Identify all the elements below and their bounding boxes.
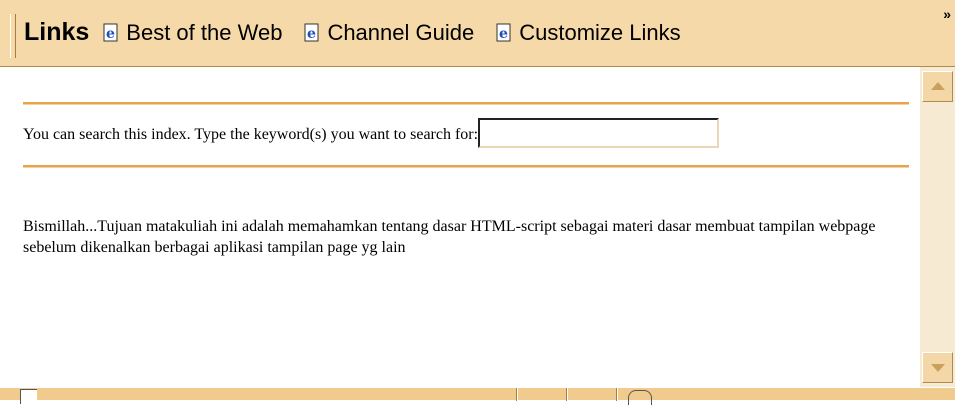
links-title: Links: [24, 18, 90, 46]
status-separator: [516, 388, 518, 401]
svg-text:e: e: [106, 26, 115, 42]
horizontal-rule: [23, 165, 909, 168]
arrow-up-icon: [931, 82, 945, 90]
toolbar-overflow-chevron-icon[interactable]: »: [943, 6, 951, 22]
status-bar: [0, 387, 955, 405]
link-label: Channel Guide: [327, 19, 475, 45]
link-label: Customize Links: [519, 19, 681, 45]
ie-page-icon: e: [103, 23, 118, 42]
status-separator: [566, 388, 568, 401]
scroll-down-button[interactable]: [922, 352, 953, 383]
links-items: Links e Best of the Web e Channel Guide …: [24, 18, 703, 47]
scroll-up-button[interactable]: [922, 71, 953, 102]
link-label: Best of the Web: [126, 19, 283, 45]
arrow-down-icon: [931, 364, 945, 372]
horizontal-rule: [23, 102, 909, 105]
link-customize-links[interactable]: e Customize Links: [496, 19, 681, 46]
vertical-scrollbar[interactable]: [920, 67, 955, 387]
search-input[interactable]: [478, 118, 720, 148]
svg-text:e: e: [499, 26, 508, 42]
page-status-icon: [20, 389, 37, 404]
link-best-of-the-web[interactable]: e Best of the Web: [103, 20, 282, 46]
ie-page-icon: e: [304, 23, 319, 42]
search-prompt: You can search this index. Type the keyw…: [23, 126, 479, 143]
status-separator: [616, 388, 618, 401]
page-description: Bismillah...Tujuan matakuliah ini adalah…: [23, 218, 876, 256]
internet-zone-icon: [628, 390, 652, 405]
svg-text:e: e: [307, 26, 316, 42]
ie-page-icon: e: [496, 23, 511, 42]
link-channel-guide[interactable]: e Channel Guide: [304, 20, 474, 46]
links-toolbar: Links e Best of the Web e Channel Guide …: [0, 0, 955, 67]
search-row: You can search this index. Type the keyw…: [23, 118, 720, 148]
toolbar-grip[interactable]: [10, 14, 16, 58]
page-content: You can search this index. Type the keyw…: [0, 67, 920, 387]
